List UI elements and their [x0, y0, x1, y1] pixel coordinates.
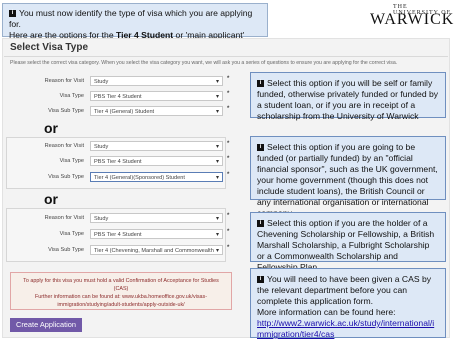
chevron-down-icon: ▾ — [215, 109, 219, 115]
reason-label: Reason for Visit — [44, 78, 84, 84]
instruction-line-1: You must now identify the type of visa w… — [9, 8, 253, 29]
info-icon: i — [257, 220, 264, 228]
page-title: Select Visa Type — [10, 42, 89, 53]
info-icon: i — [257, 144, 264, 152]
divider — [4, 56, 448, 57]
option-note-2: i Select this option if you are going to … — [250, 136, 446, 218]
info-icon: i — [9, 10, 16, 18]
visa-sub-type-label: Visa Sub Type — [48, 247, 84, 253]
cas-info-link[interactable]: http://www2.warwick.ac.uk/study/internat… — [257, 318, 434, 339]
required-mark: * — [227, 76, 230, 82]
visa-type-select[interactable]: PBS Tier 4 Student ▾ — [90, 229, 223, 239]
option-note-text: Select this option if you are going to b… — [257, 142, 438, 218]
visa-type-label: Visa Type — [59, 93, 84, 99]
required-mark: * — [227, 172, 230, 178]
required-mark: * — [227, 141, 230, 147]
chevron-down-icon: ▾ — [215, 79, 219, 85]
chevron-down-icon: ▾ — [215, 175, 219, 181]
reason-label: Reason for Visit — [44, 215, 84, 221]
visa-type-value: PBS Tier 4 Student — [94, 232, 142, 238]
instruction-callout: i You must now identify the type of visa … — [2, 3, 268, 40]
chevron-down-icon: ▾ — [215, 232, 219, 238]
reason-select[interactable]: Study ▾ — [90, 141, 223, 151]
chevron-down-icon: ▾ — [215, 216, 219, 222]
option-note-1: i Select this option if you will be self … — [250, 72, 446, 121]
cas-notice-line-1: To apply for this visa you must hold a v… — [23, 278, 219, 292]
visa-sub-type-value: Tier 4 (General)(Sponsored) Student — [94, 175, 185, 181]
visa-sub-type-select[interactable]: Tier 4 (General)(Sponsored) Student ▾ — [90, 172, 223, 182]
chevron-down-icon: ▾ — [215, 144, 219, 150]
visa-type-label: Visa Type — [59, 158, 84, 164]
reason-value: Study — [94, 79, 109, 85]
or-separator: or — [44, 191, 58, 207]
cas-notice-line-3: immigration/studying/adult-students/appl… — [57, 302, 185, 308]
visa-type-value: PBS Tier 4 Student — [94, 159, 142, 165]
cas-notice: To apply for this visa you must hold a v… — [10, 272, 232, 310]
visa-sub-type-label: Visa Sub Type — [48, 108, 84, 114]
chevron-down-icon: ▾ — [215, 246, 219, 254]
required-mark: * — [227, 213, 230, 219]
cas-info-text: You will need to have been given a CAS b… — [257, 274, 432, 306]
visa-type-select[interactable]: PBS Tier 4 Student ▾ — [90, 91, 223, 101]
visa-sub-type-label: Visa Sub Type — [48, 174, 84, 180]
required-mark: * — [227, 245, 230, 251]
create-application-button[interactable]: Create Application — [10, 318, 82, 332]
reason-label: Reason for Visit — [44, 143, 84, 149]
info-icon: i — [257, 80, 264, 88]
option-note-3: i Select this option if you are the holde… — [250, 212, 446, 272]
reason-value: Study — [94, 216, 109, 222]
visa-type-value: PBS Tier 4 Student — [94, 94, 142, 100]
reason-select[interactable]: Study ▾ — [90, 76, 223, 86]
reason-value: Study — [94, 144, 109, 150]
required-mark: * — [227, 156, 230, 162]
reason-select[interactable]: Study ▾ — [90, 213, 223, 223]
chevron-down-icon: ▾ — [215, 159, 219, 165]
visa-sub-type-value: Tier 4 (General) Student — [94, 109, 155, 115]
visa-sub-type-select[interactable]: Tier 4 (Chevening, Marshall and Commonwe… — [90, 245, 223, 255]
visa-sub-type-select[interactable]: Tier 4 (General) Student ▾ — [90, 106, 223, 116]
option-note-text: Select this option if you will be self o… — [257, 78, 439, 121]
required-mark: * — [227, 91, 230, 97]
visa-type-label: Visa Type — [59, 231, 84, 237]
info-icon: i — [257, 276, 264, 284]
chevron-down-icon: ▾ — [215, 94, 219, 100]
or-separator: or — [44, 120, 58, 136]
visa-type-select[interactable]: PBS Tier 4 Student ▾ — [90, 156, 223, 166]
cas-info-note: i You will need to have been given a CAS … — [250, 268, 446, 339]
cas-more-info: More information can be found here: — [257, 307, 396, 317]
required-mark: * — [227, 106, 230, 112]
required-mark: * — [227, 229, 230, 235]
university-logo: WARWICK — [370, 11, 454, 28]
cas-notice-line-2: Further information can be found at: www… — [34, 294, 208, 300]
intro-text: Please select the correct visa category.… — [10, 60, 398, 66]
visa-sub-type-value: Tier 4 (Chevening, Marshall and Commonwe… — [94, 248, 214, 254]
